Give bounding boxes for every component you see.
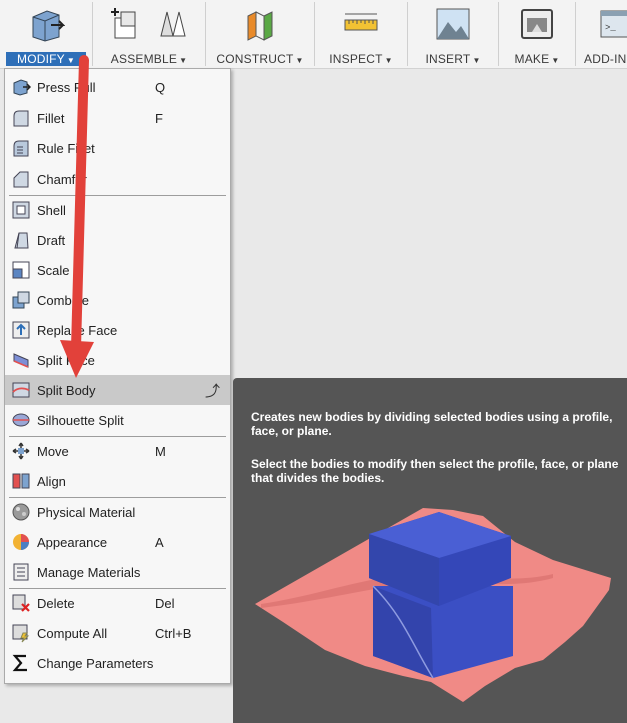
inspect-menu-button[interactable]: INSPECT ▼ (315, 52, 407, 66)
menu-item-label: Combine (37, 292, 90, 308)
menu-item-shell[interactable]: Shell (5, 195, 230, 225)
add-ins-group[interactable]: >_ ADD-IN (576, 0, 627, 68)
sigma-icon (10, 652, 32, 674)
menu-item-replace-face[interactable]: Replace Face (5, 315, 230, 345)
tooltip-description: Creates new bodies by dividing selected … (251, 410, 613, 438)
scripts-icon[interactable]: >_ (596, 4, 627, 44)
measure-icon[interactable] (341, 4, 381, 44)
menu-item-label: Physical Material (37, 504, 136, 520)
physical-material-icon (10, 501, 32, 523)
menu-item-appearance[interactable]: Appearance A (5, 527, 230, 557)
menu-item-label: Press Pull (37, 79, 96, 95)
press-pull-icon (10, 76, 32, 98)
compute-all-icon (10, 622, 32, 644)
menu-item-label: Scale (37, 262, 70, 278)
menu-item-shortcut: M (155, 443, 166, 459)
menu-item-label: Appearance (37, 534, 108, 550)
menu-item-rule-fillet[interactable]: Rule Fillet (5, 133, 230, 163)
menu-item-label: Shell (37, 202, 66, 218)
menu-item-shortcut: Ctrl+B (155, 625, 192, 641)
delete-icon (10, 592, 32, 614)
modify-menu-button[interactable]: MODIFY ▼ (6, 52, 86, 66)
tooltip-instruction: Select the bodies to modify then select … (251, 457, 619, 485)
menu-item-combine[interactable]: Combine (5, 285, 230, 315)
menu-item-physical-material[interactable]: Physical Material (5, 497, 230, 527)
menu-item-label: Fillet (37, 110, 65, 126)
construct-plane-icon[interactable] (240, 4, 280, 44)
menu-item-label: Delete (37, 595, 75, 611)
chamfer-icon (10, 168, 32, 190)
insert-image-icon[interactable] (433, 4, 473, 44)
fillet-icon (10, 107, 32, 129)
menu-item-split-body[interactable]: Split Body ⤴ (5, 375, 230, 405)
menu-item-draft[interactable]: Draft (5, 225, 230, 255)
split-face-icon (10, 349, 32, 371)
menu-item-manage-materials[interactable]: Manage Materials (5, 557, 230, 587)
repeat-command-icon[interactable]: ⤴ (205, 380, 220, 401)
menu-item-label: Replace Face (37, 322, 118, 338)
shell-icon (10, 199, 32, 221)
menu-item-label: Manage Materials (37, 564, 141, 580)
menu-item-press-pull[interactable]: Press Pull Q (5, 72, 230, 102)
3d-print-icon[interactable] (517, 4, 557, 44)
menu-item-shortcut: F (155, 110, 163, 126)
menu-item-move[interactable]: Move M (5, 436, 230, 466)
manage-materials-icon (10, 561, 32, 583)
menu-item-label: Split Body (37, 382, 96, 398)
menu-item-label: Silhouette Split (37, 412, 124, 428)
draft-icon (10, 229, 32, 251)
silhouette-split-icon (10, 409, 32, 431)
menu-item-silhouette-split[interactable]: Silhouette Split (5, 405, 230, 435)
split-body-icon (10, 379, 32, 401)
rule-fillet-icon (10, 137, 32, 159)
menu-item-align[interactable]: Align (5, 466, 230, 496)
press-pull-toolbar-icon[interactable] (26, 4, 66, 44)
menu-item-compute-all[interactable]: Compute All Ctrl+B (5, 618, 230, 648)
scale-icon (10, 259, 32, 281)
menu-item-label: Compute All (37, 625, 108, 641)
menu-item-change-parameters[interactable]: Change Parameters (5, 648, 230, 678)
menu-item-delete[interactable]: Delete Del (5, 588, 230, 618)
split-body-tooltip: Creates new bodies by dividing selected … (233, 378, 627, 723)
menu-item-fillet[interactable]: Fillet F (5, 103, 230, 133)
menu-item-chamfer[interactable]: Chamfer (5, 164, 230, 194)
svg-text:>_: >_ (605, 23, 616, 33)
make-group[interactable]: MAKE ▼ (499, 0, 575, 68)
menu-item-label: Split Face (37, 352, 95, 368)
modify-group[interactable]: MODIFY ▼ (0, 0, 92, 68)
menu-item-label: Change Parameters (37, 655, 154, 671)
construct-menu-button[interactable]: CONSTRUCT ▼ (206, 52, 314, 66)
new-component-icon[interactable] (105, 4, 145, 44)
menu-item-label: Move (37, 443, 69, 459)
insert-group[interactable]: INSERT ▼ (408, 0, 498, 68)
construct-group[interactable]: CONSTRUCT ▼ (206, 0, 314, 68)
appearance-icon (10, 531, 32, 553)
make-menu-button[interactable]: MAKE ▼ (499, 52, 575, 66)
menu-item-scale[interactable]: Scale (5, 255, 230, 285)
joint-icon[interactable] (153, 4, 193, 44)
assemble-menu-button[interactable]: ASSEMBLE ▼ (93, 52, 205, 66)
menu-item-shortcut: Q (155, 79, 166, 95)
replace-face-icon (10, 319, 32, 341)
menu-item-label: Draft (37, 232, 66, 248)
menu-item-label: Rule Fillet (37, 140, 95, 156)
move-icon (10, 440, 32, 462)
align-icon (10, 470, 32, 492)
toolbar: MODIFY ▼ ASSEMBLE ▼ CONSTRUCT ▼ INSPECT ▼ IN… (0, 0, 627, 69)
inspect-group[interactable]: INSPECT ▼ (315, 0, 407, 68)
assemble-group[interactable]: ASSEMBLE ▼ (93, 0, 205, 68)
menu-item-shortcut: Del (155, 595, 175, 611)
insert-menu-button[interactable]: INSERT ▼ (408, 52, 498, 66)
split-body-illustration (255, 508, 611, 702)
modify-dropdown-menu: Press Pull Q Fillet F Rule Fillet Chamfe… (4, 68, 231, 684)
add-ins-menu-button[interactable]: ADD-IN (584, 52, 627, 66)
menu-item-label: Align (37, 473, 66, 489)
menu-item-split-face[interactable]: Split Face (5, 345, 230, 375)
combine-icon (10, 289, 32, 311)
menu-item-label: Chamfer (37, 171, 87, 187)
menu-item-shortcut: A (155, 534, 164, 550)
